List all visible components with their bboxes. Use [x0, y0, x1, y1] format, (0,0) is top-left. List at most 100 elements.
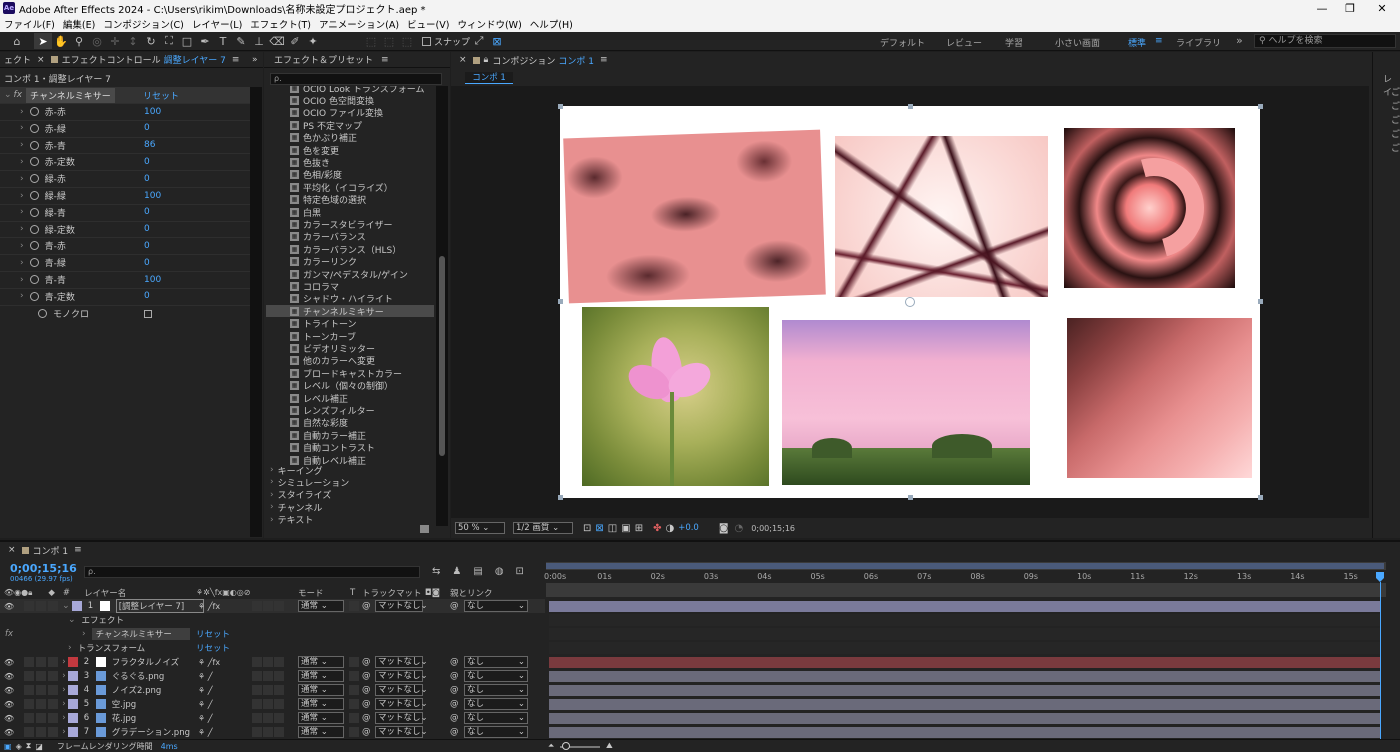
effect-item[interactable]: ▦ レベル補正 — [266, 392, 434, 405]
param-value[interactable]: 0 — [144, 241, 150, 251]
panel-menu-icon[interactable]: ≡ — [600, 55, 608, 65]
brush-tool-icon[interactable]: ✎ — [232, 33, 250, 49]
new-folder-icon[interactable] — [420, 525, 429, 533]
switch-box[interactable] — [252, 727, 262, 737]
workspace-small-screen[interactable]: 小さい画面 — [1055, 36, 1100, 49]
anchor-point-icon[interactable] — [905, 297, 915, 307]
expand-icon[interactable]: › — [270, 515, 274, 525]
effect-item[interactable]: ▦ トライトーン — [266, 318, 434, 330]
track-matte-select[interactable]: マットなし⌄ — [375, 600, 428, 612]
world-axis-icon[interactable]: ⬚ — [380, 33, 398, 49]
parent-select[interactable]: なし ⌄ — [464, 670, 528, 682]
effect-item[interactable]: ▦ レベル（個々の制御） — [266, 380, 434, 392]
expand-icon[interactable]: › — [270, 502, 274, 512]
mode-select[interactable]: 通常 ⌄ — [298, 698, 344, 710]
expand-icon[interactable]: › — [62, 657, 66, 667]
stopwatch-icon[interactable] — [29, 140, 39, 150]
composition-name[interactable]: コンポ 1 — [558, 54, 594, 67]
snap-options-icon[interactable]: ⤢ — [470, 33, 488, 49]
stopwatch-icon[interactable] — [29, 207, 39, 217]
param-value[interactable]: 100 — [144, 275, 161, 285]
expand-icon[interactable]: › — [62, 713, 66, 723]
solo-toggle[interactable] — [36, 713, 47, 723]
param-value[interactable]: 100 — [144, 107, 161, 117]
rectangle-tool-icon[interactable]: □ — [178, 33, 196, 49]
layer-duration-bar[interactable] — [549, 601, 1380, 612]
effect-item[interactable]: ▦ ビデオリミッター — [266, 342, 434, 355]
effect-item[interactable]: ▦ PS 不定マップ — [266, 119, 434, 132]
in-out-icon[interactable]: ⧗ — [26, 741, 32, 751]
expand-icon[interactable]: › — [20, 258, 24, 268]
switch-box[interactable] — [263, 713, 273, 723]
layer-row[interactable]: 👁 ⌄ 1 [調整レイヤー 7] ⚘ ╱fx 通常 ⌄ @ マットなし⌄ @ なし ⌄ — [0, 599, 545, 613]
effect-reset-link[interactable]: リセット — [143, 89, 179, 102]
effect-category[interactable]: › スタイライズ — [266, 489, 434, 502]
expand-icon[interactable]: › — [270, 477, 274, 487]
mode-select[interactable]: 通常 ⌄ — [298, 684, 344, 696]
stopwatch-icon[interactable] — [38, 309, 47, 318]
work-area-bar[interactable] — [546, 562, 1386, 570]
stopwatch-icon[interactable] — [29, 107, 39, 116]
visibility-eye-icon[interactable]: 👁 — [4, 714, 14, 723]
effect-item[interactable]: ▦ 平均化（イコライズ） — [266, 181, 434, 194]
transform-handle[interactable] — [558, 104, 563, 109]
menu-view[interactable]: ビュー(V) — [403, 17, 453, 31]
transform-handle[interactable] — [1258, 104, 1263, 109]
zoom-out-icon[interactable]: ⏶ — [548, 741, 554, 751]
layer-row[interactable]: 👁 › 3 ぐるぐる.png ⚘ ╱ 通常 ⌄ @ マットなし⌄ @ なし ⌄ — [0, 669, 545, 683]
parent-select[interactable]: なし ⌄ — [464, 698, 528, 710]
effect-controls-scrollbar[interactable] — [250, 87, 262, 537]
lock-toggle[interactable] — [48, 685, 59, 695]
layer-row[interactable]: 👁 › 5 空.jpg ⚘ ╱ 通常 ⌄ @ マットなし⌄ @ なし ⌄ — [0, 697, 545, 711]
effect-item[interactable]: ▦ レンズフィルター — [266, 404, 434, 417]
parent-select[interactable]: なし ⌄ — [464, 600, 528, 612]
current-time-display[interactable]: 0;00;15;16 — [751, 524, 795, 533]
visibility-eye-icon[interactable]: 👁 — [4, 686, 14, 695]
stopwatch-icon[interactable] — [29, 275, 39, 284]
collapse-icon[interactable]: ⌄ — [68, 615, 76, 625]
render-time-icon[interactable]: ◪ — [35, 742, 43, 751]
rotate-tool-icon[interactable]: ↻ — [142, 33, 160, 49]
panel-menu-icon[interactable]: ≡ — [232, 55, 240, 65]
close-tab-icon[interactable]: × — [37, 55, 45, 65]
layer-duration-bar[interactable] — [549, 657, 1380, 668]
expand-icon[interactable]: › — [20, 241, 24, 251]
effect-item[interactable]: ▦ シャドウ・ハイライト — [266, 293, 434, 305]
expand-icon[interactable]: › — [20, 107, 24, 117]
menu-window[interactable]: ウィンドウ(W) — [453, 17, 525, 31]
expand-icon[interactable]: › — [20, 191, 24, 201]
parent-select[interactable]: なし ⌄ — [464, 684, 528, 696]
effect-item[interactable]: ▦ OCIO 色空間変換 — [266, 94, 434, 107]
effect-item[interactable]: ▦ カラーバランス — [266, 231, 434, 243]
preserve-transparency-toggle[interactable] — [349, 671, 359, 681]
workspace-review[interactable]: レビュー — [946, 36, 982, 49]
layer-name[interactable]: 花.jpg — [112, 712, 200, 724]
collapse-icon[interactable]: ⌄ — [4, 90, 12, 100]
solo-toggle[interactable] — [36, 699, 47, 709]
zoom-select[interactable]: 50 % ⌄ — [455, 522, 505, 534]
effect-item[interactable]: ▦ 他のカラーへ変更 — [266, 355, 434, 367]
effect-item[interactable]: ▦ 自然な彩度 — [266, 417, 434, 429]
pan-tool-icon[interactable]: ✛ — [106, 33, 124, 49]
parent-pickwhip-icon[interactable]: @ — [450, 601, 459, 611]
solo-toggle[interactable] — [36, 685, 47, 695]
mode-select[interactable]: 通常 ⌄ — [298, 726, 344, 738]
parent-pickwhip-icon[interactable]: @ — [450, 713, 459, 723]
dolly-tool-icon[interactable]: ↕ — [124, 33, 142, 49]
effects-scroll-thumb[interactable] — [439, 256, 445, 456]
param-value[interactable]: 0 — [144, 157, 150, 167]
clone-stamp-tool-icon[interactable]: ⊥ — [250, 33, 268, 49]
menu-help[interactable]: ヘルプ(H) — [526, 17, 577, 31]
parent-select[interactable]: なし ⌄ — [464, 712, 528, 724]
show-snapshot-icon[interactable]: ◔ — [735, 523, 744, 534]
effects-group-row[interactable]: ⌄ エフェクト — [0, 613, 545, 627]
layer-row[interactable]: 👁 › 2 フラクタルノイズ ⚘ ╱fx 通常 ⌄ @ マットなし⌄ @ なし ⌄ — [0, 655, 545, 669]
local-axis-icon[interactable]: ⬚ — [362, 33, 380, 49]
parent-pickwhip-icon[interactable]: @ — [450, 657, 459, 667]
pan-behind-tool-icon[interactable]: ⛶ — [160, 33, 178, 49]
close-tab-icon[interactable]: × — [8, 545, 16, 555]
transform-handle[interactable] — [908, 495, 913, 500]
workspace-learn[interactable]: 学習 — [1005, 36, 1023, 49]
effects-search-input[interactable]: ρ. — [270, 73, 442, 85]
label-color[interactable] — [67, 685, 78, 695]
